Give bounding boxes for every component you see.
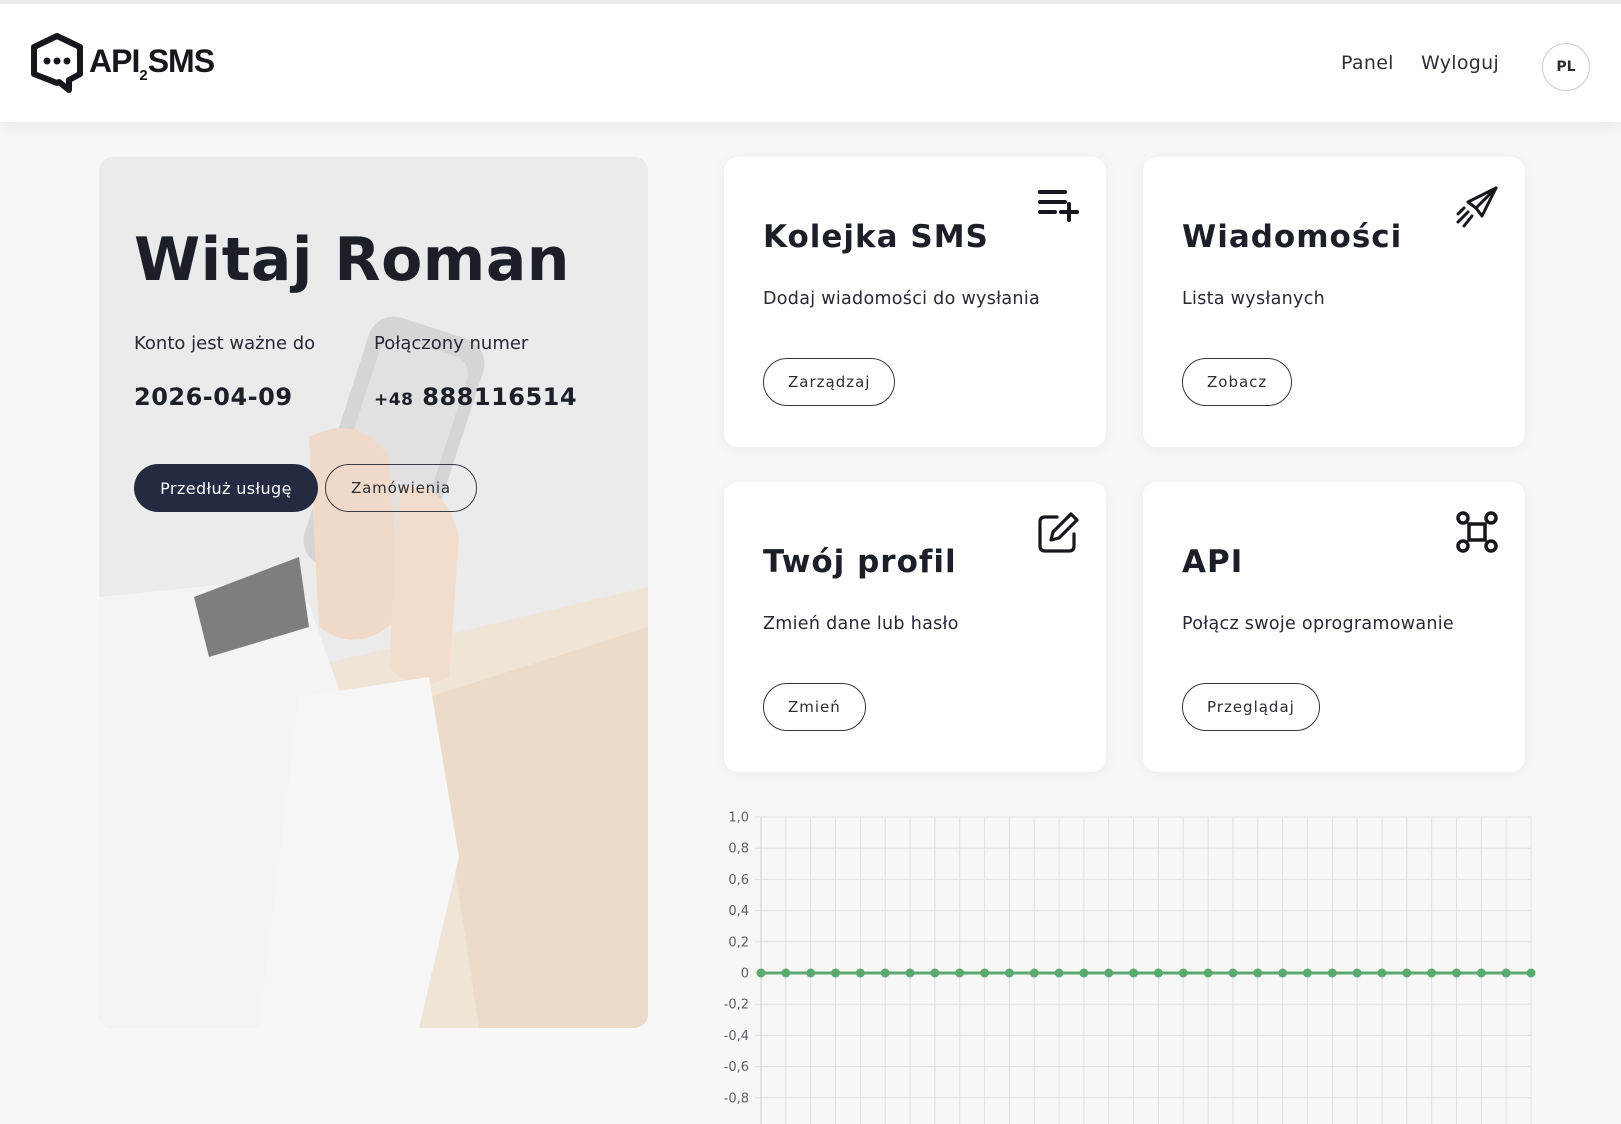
chart-y-tick-label: 0,8 [728, 842, 749, 857]
chart-data-point [1104, 968, 1114, 978]
chart-y-tick-label: 0 [741, 967, 749, 982]
chart-data-point [806, 968, 816, 978]
browse-button[interactable]: Przeglądaj [1182, 683, 1320, 731]
card-title: Twój profil [763, 544, 957, 580]
header: API2SMS Panel Wyloguj PL [0, 4, 1621, 122]
chart-y-tick-label: -0,6 [724, 1060, 749, 1075]
phone-number: 888116514 [422, 383, 578, 411]
card-title: API [1182, 544, 1244, 580]
chart-data-point [955, 968, 965, 978]
edit-icon [1038, 512, 1079, 553]
logo-text: API2SMS [89, 42, 215, 84]
sms-chart: 1,0 0,8 0,6 0,4 0,2 0 -0,2 -0,4 -0,6 -0,8 [724, 811, 1536, 1124]
connected-number-value: +48 888116514 [374, 383, 577, 411]
card-description: Połącz swoje oprogramowanie [1182, 614, 1455, 634]
phone-prefix: +48 [374, 390, 414, 410]
logo[interactable]: API2SMS [29, 33, 215, 93]
chart-data-point [1129, 968, 1139, 978]
chart-y-tick-label: 0,4 [728, 904, 749, 919]
chart-data-point [1526, 968, 1536, 978]
chart-data-point [855, 968, 865, 978]
chart-data-point [831, 968, 841, 978]
api-nodes-icon [1456, 511, 1498, 553]
orders-button[interactable]: Zamówienia [325, 464, 477, 512]
manage-button[interactable]: Zarządzaj [763, 358, 896, 406]
card-title: Kolejka SMS [763, 219, 989, 255]
chart-data-point [980, 968, 990, 978]
chart-data-point [1427, 968, 1437, 978]
nav-panel-link[interactable]: Panel [1341, 52, 1394, 74]
chart-data-point [905, 968, 915, 978]
welcome-title: Witaj Roman [134, 225, 571, 295]
card-description: Zmień dane lub hasło [763, 614, 959, 634]
chart-y-tick-label: -0,8 [724, 1091, 749, 1106]
chart-data-point [930, 968, 940, 978]
chart-data-point [1352, 968, 1362, 978]
chart-data-point [1054, 968, 1064, 978]
chart-data-point [1178, 968, 1188, 978]
chart-data-point [1278, 968, 1288, 978]
change-button[interactable]: Zmień [763, 683, 866, 731]
card-description: Dodaj wiadomości do wysłania [763, 289, 1041, 309]
chart-data-point [1402, 968, 1412, 978]
chart-data-point [1327, 968, 1337, 978]
extend-service-button[interactable]: Przedłuż usługę [134, 464, 318, 512]
card-title: Wiadomości [1182, 219, 1403, 255]
chart-data-point [756, 968, 766, 978]
card-profile: Twój profil Zmień dane lub hasło Zmień [724, 482, 1106, 772]
card-messages: Wiadomości Lista wysłanych Zobacz [1143, 157, 1525, 447]
account-valid-date: 2026-04-09 [134, 383, 293, 411]
chart-data-point [1476, 968, 1486, 978]
chart-data-point [880, 968, 890, 978]
chart-data-point [1203, 968, 1213, 978]
welcome-card: Witaj Roman Konto jest ważne do Połączon… [99, 157, 648, 1028]
chart-data-point [1377, 968, 1387, 978]
chart-data-point [1004, 968, 1014, 978]
card-description: Lista wysłanych [1182, 289, 1326, 309]
chart-y-tick-label: 1,0 [728, 811, 749, 826]
chart-data-point [1079, 968, 1089, 978]
paper-plane-icon [1456, 186, 1498, 228]
card-sms-queue: Kolejka SMS Dodaj wiadomości do wysłania… [724, 157, 1106, 447]
chat-bubble-logo-icon [31, 33, 83, 93]
account-valid-label: Konto jest ważne do [134, 333, 316, 354]
chart-data-point [1153, 968, 1163, 978]
chart-data-point [1029, 968, 1039, 978]
chart-y-tick-label: -0,4 [724, 1029, 749, 1044]
chart-y-tick-label: 0,6 [728, 873, 749, 888]
chart-y-tick-label: 0,2 [728, 935, 749, 950]
chart-data-point [1501, 968, 1511, 978]
chart-data-point [1228, 968, 1238, 978]
chart-data-point [1451, 968, 1461, 978]
chart-data-point [1302, 968, 1312, 978]
connected-number-label: Połączony numer [374, 333, 529, 354]
view-button[interactable]: Zobacz [1182, 358, 1293, 406]
nav-logout-link[interactable]: Wyloguj [1421, 52, 1499, 74]
chart-data-point [781, 968, 791, 978]
chart-data-point [1253, 968, 1263, 978]
language-switcher[interactable]: PL [1542, 43, 1590, 91]
playlist-add-icon [1038, 190, 1079, 222]
chart-y-tick-label: -0,2 [724, 998, 749, 1013]
card-api: API Połącz swoje oprogramowanie Przegląd… [1143, 482, 1525, 772]
